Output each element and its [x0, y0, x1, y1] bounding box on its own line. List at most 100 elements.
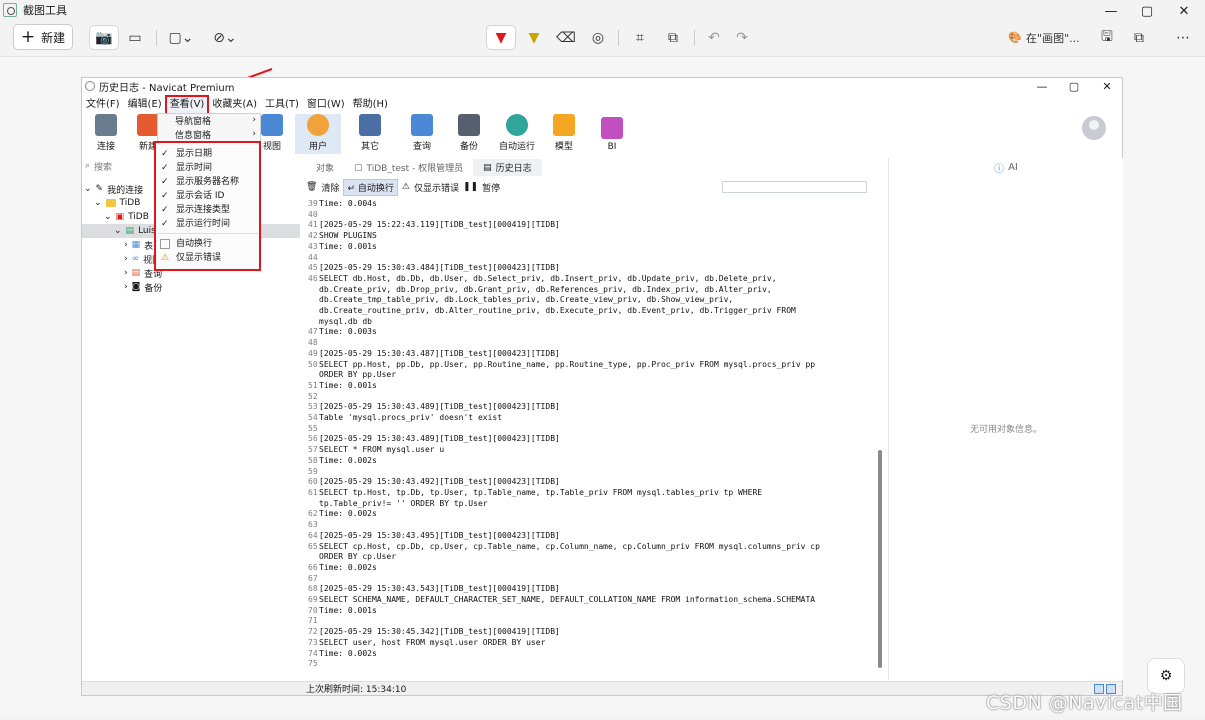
menu-item-show-conn-type[interactable]: 显示连接类型 [176, 203, 230, 217]
ribbon-user-button[interactable]: 用户 [295, 114, 341, 154]
screenshot-mode-button[interactable]: 📷 [89, 25, 119, 50]
menu-help[interactable]: 帮助(H) [349, 96, 392, 114]
menu-window[interactable]: 窗口(W) [303, 96, 349, 114]
ribbon-automation-button[interactable]: 自动运行 [494, 114, 540, 154]
tab-objects[interactable]: 对象 [306, 159, 344, 176]
menu-item-show-server[interactable]: 显示服务器名称 [176, 175, 239, 189]
eraser-button[interactable]: ⌫ [553, 25, 579, 50]
shapes-button[interactable]: ◎ [585, 25, 611, 50]
checkmark-icon: ✓ [161, 163, 169, 173]
log-line: 45[2025-05-29 15:30:43.484][TiDB_test][0… [308, 263, 883, 274]
open-in-paint-button[interactable]: 🎨 在"画图"... [1004, 25, 1084, 50]
redo-button[interactable]: ↷ [730, 25, 754, 50]
ribbon-label: 用户 [308, 142, 327, 152]
log-line-text: Time: 0.003s [319, 327, 377, 337]
log-line-number: 57 [308, 445, 318, 455]
errors-only-button[interactable]: 仅显示错误 [414, 181, 459, 194]
copy-button[interactable]: ⧉ [1127, 25, 1151, 50]
tree-item-tidb-connection[interactable]: ⌄ ▣ TiDB [104, 210, 149, 224]
navicat-minimize-button[interactable]: — [1027, 78, 1057, 94]
snip-maximize-button[interactable]: ▢ [1129, 0, 1165, 22]
more-button[interactable]: ⋯ [1170, 25, 1196, 50]
log-line-number: 40 [308, 209, 318, 219]
autowrap-label: 自动换行 [357, 183, 394, 194]
new-button-label: 新建 [41, 30, 66, 45]
navicat-close-button[interactable]: ✕ [1092, 78, 1122, 94]
snip-shape-dropdown[interactable]: ▢⌄ [164, 25, 198, 50]
clear-button[interactable]: 清除 [321, 181, 339, 194]
log-line: db.Create_routine_priv, db.Alter_routine… [308, 306, 883, 317]
ribbon-backup-button[interactable]: 备份 [446, 114, 492, 154]
snip-close-button[interactable]: ✕ [1166, 0, 1202, 22]
autowrap-button[interactable]: ↵ 自动换行 [343, 178, 398, 196]
query-icon [411, 114, 433, 136]
tree-item-tables[interactable]: › ▦ 表 [124, 238, 153, 252]
menu-item-errors-only[interactable]: 仅显示错误 [176, 251, 221, 265]
log-line-text: SELECT SCHEMA_NAME, DEFAULT_CHARACTER_SE… [319, 595, 816, 605]
log-line-text: Time: 0.002s [319, 648, 377, 658]
ribbon-other-button[interactable]: 其它 [347, 114, 393, 154]
log-line: ORDER BY pp.User [308, 370, 883, 381]
log-line-number: 59 [308, 466, 318, 476]
menu-edit[interactable]: 编辑(E) [124, 96, 166, 114]
ribbon-bi-button[interactable]: BI [589, 114, 635, 154]
delay-dropdown[interactable]: ⊘⌄ [208, 25, 242, 50]
log-search-input[interactable] [722, 181, 867, 193]
tab-history-log[interactable]: ▤ 历史日志 [473, 159, 542, 176]
tree-item-backups[interactable]: › ◙ 备份 [124, 280, 162, 294]
search-placeholder: 搜索 [94, 162, 113, 173]
menu-item-show-date[interactable]: 显示日期 [176, 147, 212, 161]
history-log-text[interactable]: 39Time: 0.004s 40 41[2025-05-29 15:22:43.1… [308, 199, 883, 679]
ribbon-model-button[interactable]: 模型 [541, 114, 587, 154]
log-line-text: db.Create_priv, db.Drop_priv, db.Grant_p… [319, 284, 772, 294]
log-line: 72[2025-05-29 15:30:45.342][TiDB_test][0… [308, 627, 883, 638]
navicat-maximize-button[interactable]: ▢ [1059, 78, 1089, 94]
tree-item-tidb-group[interactable]: ⌄ TiDB [94, 196, 140, 210]
save-button[interactable]: 🖫 [1095, 25, 1119, 50]
log-scrollbar[interactable] [878, 450, 882, 668]
log-line-number: 61 [308, 487, 318, 497]
log-line: 49[2025-05-29 15:30:43.487][TiDB_test][0… [308, 349, 883, 360]
log-line: 53[2025-05-29 15:30:43.489][TiDB_test][0… [308, 402, 883, 413]
menu-item-show-time[interactable]: 显示时间 [176, 161, 212, 175]
toolbar-divider [618, 30, 619, 46]
ribbon-label: 模型 [554, 142, 573, 152]
backup-icon: ◙ [131, 282, 141, 292]
new-button[interactable]: + 新建 [13, 24, 73, 50]
tab-user-admin[interactable]: ▢ TiDB_test - 权限管理员 [344, 159, 473, 176]
menu-favorites[interactable]: 收藏夹(A) [208, 96, 261, 114]
pause-button[interactable]: 暂停 [482, 181, 500, 194]
plus-icon: + [20, 26, 36, 47]
pen-tool-button[interactable]: ▼ [486, 25, 516, 50]
video-mode-button[interactable]: ▭ [121, 25, 149, 50]
ribbon-connect-button[interactable]: 连接 [83, 114, 129, 154]
log-line-text: [2025-05-29 15:30:43.484][TiDB_test][000… [319, 263, 560, 273]
menu-tools[interactable]: 工具(T) [261, 96, 303, 114]
crop-button[interactable]: ⌗ [627, 25, 653, 50]
highlighter-button[interactable]: ▼ [521, 25, 547, 50]
table-icon: ▦ [131, 240, 141, 250]
info-icon[interactable]: ⓘ [994, 160, 1004, 175]
tree-item-my-connections[interactable]: ⌄ ✎ 我的连接 [84, 182, 143, 196]
ribbon-query-button[interactable]: 查询 [399, 114, 445, 154]
text-actions-button[interactable]: ⧉ [660, 25, 686, 50]
text-actions-icon: ⧉ [668, 29, 678, 46]
menu-item-show-runtime[interactable]: 显示运行时间 [176, 217, 230, 231]
log-line-number: 41 [308, 220, 318, 230]
log-line-number: 62 [308, 509, 318, 519]
chevron-down-icon: ⌄ [104, 212, 112, 222]
menu-item-autowrap[interactable]: 自动换行 [176, 237, 212, 251]
undo-button[interactable]: ↶ [702, 25, 726, 50]
ai-tab[interactable]: AI [1008, 162, 1018, 173]
log-line-text: Time: 0.001s [319, 605, 377, 615]
info-pane-header: ⓘ AI [889, 158, 1123, 176]
avatar[interactable] [1082, 116, 1106, 140]
log-line: tp.Table_priv!= '' ORDER BY tp.User [308, 499, 883, 510]
log-line-text: SELECT user, host FROM mysql.user ORDER … [319, 637, 546, 647]
menu-item-nav-pane[interactable]: 导航窗格 [175, 115, 211, 129]
menu-view[interactable]: 查看(V) [164, 95, 210, 115]
snip-minimize-button[interactable]: — [1093, 0, 1129, 22]
menu-file[interactable]: 文件(F) [82, 96, 124, 114]
toolbar-divider [694, 30, 695, 46]
menu-item-show-session[interactable]: 显示会话 ID [176, 189, 224, 203]
